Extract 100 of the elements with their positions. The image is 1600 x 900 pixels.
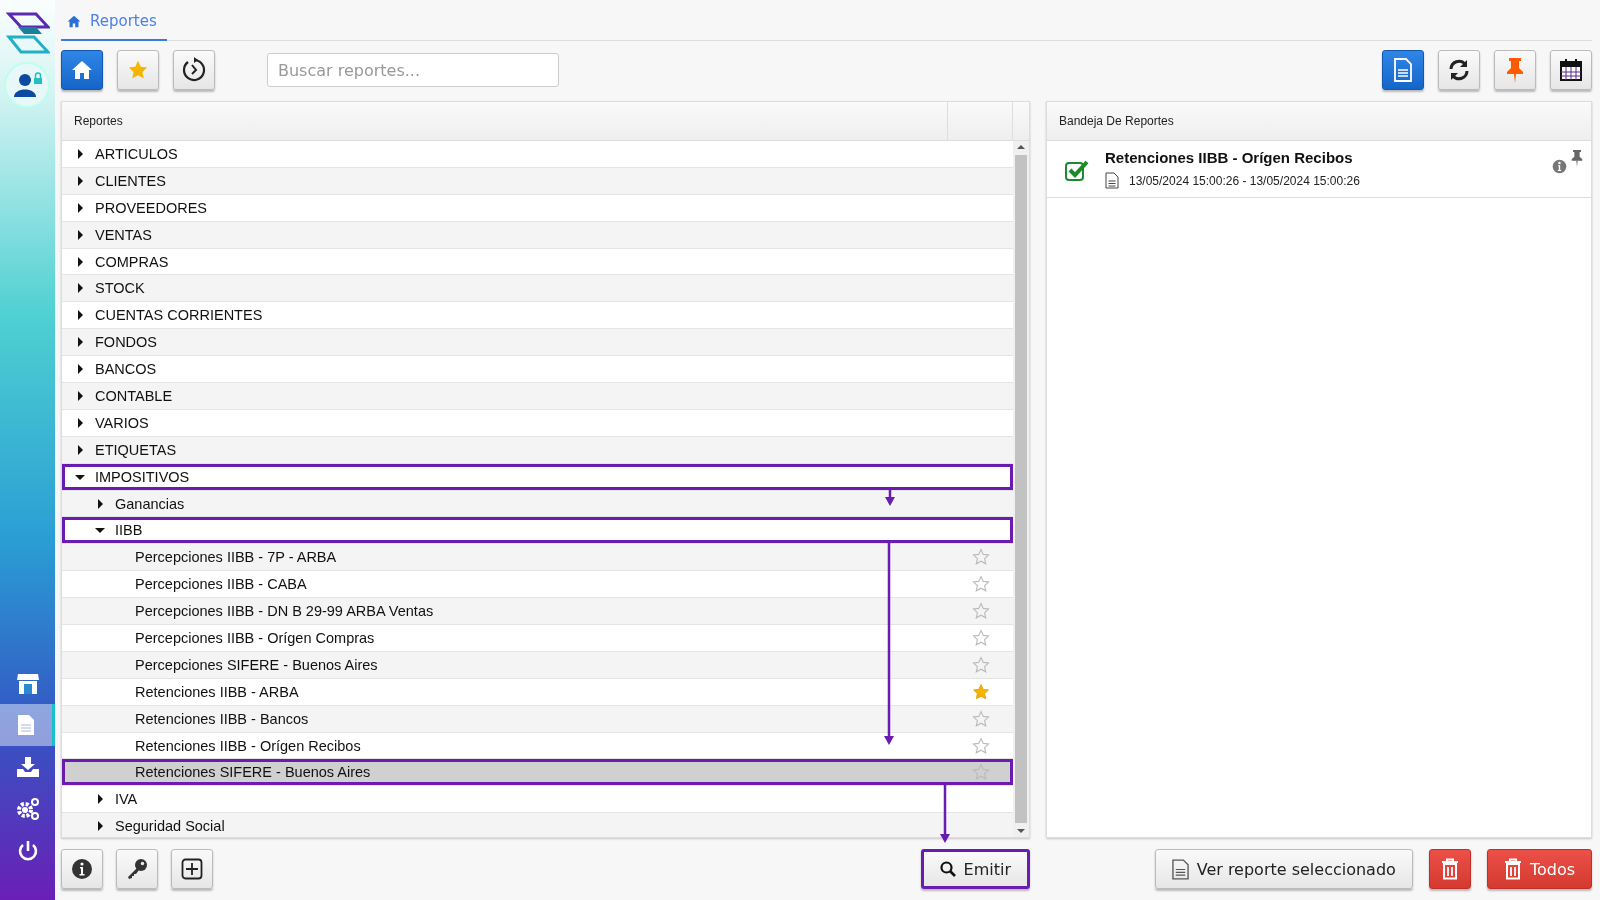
star-outline-icon[interactable] [972,709,990,728]
caret-right-icon[interactable] [75,364,85,375]
add-icon [181,858,203,880]
home-button[interactable] [61,50,103,90]
tree-label: IVA [115,791,138,808]
document-icon [1171,858,1189,880]
delete-button[interactable] [1428,849,1471,889]
tree-row[interactable]: Percepciones IIBB - DN B 29-99 ARBA Ventas [62,598,1013,626]
tree-label: ARTICULOS [95,145,178,162]
caret-right-icon[interactable] [75,175,85,186]
tree-label: Percepciones IIBB - CABA [135,576,307,593]
tree-row[interactable]: STOCK [62,275,1013,303]
tree-label: CLIENTES [95,172,166,189]
calendar-button[interactable] [1550,50,1592,90]
star-outline-icon[interactable] [972,548,990,567]
caret-right-icon[interactable] [75,337,85,348]
star-outline-icon[interactable] [972,602,990,621]
home-icon [71,60,93,80]
trash-icon [1440,858,1459,880]
store-icon [15,671,40,695]
key-button[interactable] [116,849,158,889]
add-button[interactable] [171,849,213,889]
caret-right-icon[interactable] [75,444,85,455]
document-icon [1393,58,1413,82]
report-title: Retenciones IIBB - Orígen Recibos [1105,149,1354,166]
caret-right-icon[interactable] [75,256,85,267]
tree-label: Retenciones IIBB - ARBA [135,683,299,700]
tree-row[interactable]: Seguridad Social [62,813,1013,837]
tree-label: Retenciones IIBB - Orígen Recibos [135,737,361,754]
caret-right-icon[interactable] [95,794,105,805]
caret-right-icon[interactable] [95,821,105,832]
tree-label: Seguridad Social [115,818,225,835]
scrollbar[interactable] [1013,141,1029,837]
tree-row[interactable]: Retenciones IIBB - ARBA [62,678,1013,706]
info-icon [71,858,93,880]
star-outline-icon[interactable] [972,628,990,647]
view-report-button[interactable]: Ver reporte seleccionado [1154,849,1413,889]
history-button[interactable] [173,50,215,90]
tree-row[interactable]: CONTABLE [62,383,1013,410]
info-button[interactable] [61,849,103,889]
tree-label: CONTABLE [95,387,173,404]
download-icon [15,756,40,778]
star-outline-icon[interactable] [972,736,990,755]
star-icon [127,59,149,81]
tree-row[interactable]: Percepciones IIBB - 7P - ARBA [62,544,1013,572]
tree-row[interactable]: Retenciones SIFERE - Buenos Aires [62,759,1013,787]
caret-right-icon[interactable] [95,498,105,509]
tree-label: IIBB [115,522,143,539]
tree-row[interactable]: VARIOS [62,409,1013,437]
tree-row[interactable]: ARTICULOS [62,141,1013,168]
search-field[interactable]: Buscar reportes... [267,53,559,87]
breadcrumb-tab[interactable]: Reportes [61,12,167,41]
tree-label: VARIOS [95,414,149,431]
tree-row[interactable]: Ganancias [62,490,1013,518]
reports-button[interactable] [1382,50,1424,90]
tree-row[interactable]: PROVEEDORES [62,194,1013,222]
tree-row[interactable]: FONDOS [62,329,1013,357]
checkbox-checked-icon[interactable] [1065,159,1089,181]
caret-right-icon[interactable] [75,310,85,321]
caret-right-icon[interactable] [75,229,85,240]
tree-label: Retenciones IIBB - Bancos [135,710,309,727]
annotation-arrow [940,784,950,843]
caret-right-icon[interactable] [75,202,85,213]
emit-button[interactable]: Emitir [920,849,1030,889]
caret-right-icon[interactable] [75,390,85,401]
tree-row[interactable]: IIBB [62,517,1013,545]
refresh-icon [1447,58,1471,82]
delete-all-button[interactable]: Todos [1486,849,1592,889]
caret-down-icon[interactable] [95,525,105,536]
star-icon[interactable] [972,682,990,701]
refresh-button[interactable] [1438,50,1480,90]
star-outline-icon[interactable] [972,655,990,674]
caret-right-icon[interactable] [75,283,85,294]
caret-right-icon[interactable] [75,148,85,159]
power-icon [16,840,39,862]
tree-label: COMPRAS [95,253,169,270]
tree-label: VENTAS [95,226,152,243]
tree-label: Retenciones SIFERE - Buenos Aires [135,764,371,781]
pin-button[interactable] [1494,50,1536,90]
tree-row[interactable]: ETIQUETAS [62,436,1013,464]
logo-icon [6,12,50,54]
star-outline-icon[interactable] [972,575,990,594]
info-icon[interactable] [1552,159,1567,174]
caret-right-icon[interactable] [75,417,85,428]
tree-label: PROVEEDORES [95,199,207,216]
tree-label: Percepciones IIBB - DN B 29-99 ARBA Ventas [135,603,434,620]
tree-label: CUENTAS CORRIENTES [95,307,263,324]
tree-row[interactable]: CLIENTES [62,167,1013,195]
tree-row[interactable]: IMPOSITIVOS [62,463,1013,491]
tree-row[interactable]: VENTAS [62,221,1013,249]
tree-row[interactable]: Percepciones IIBB - Orígen Compras [62,625,1013,652]
report-date-range: 13/05/2024 15:00:26 - 13/05/2024 15:00:26 [1129,173,1360,188]
tree-label: IMPOSITIVOS [95,468,190,485]
trash-icon [1503,858,1522,880]
calendar-icon [1559,58,1583,82]
star-outline-icon[interactable] [972,763,990,782]
tree-row[interactable]: Percepciones SIFERE - Buenos Aires [62,651,1013,679]
user-avatar-icon[interactable] [6,64,48,106]
tree-row[interactable]: Retenciones IIBB - Bancos [62,705,1013,733]
tree-label: Percepciones SIFERE - Buenos Aires [135,656,378,673]
